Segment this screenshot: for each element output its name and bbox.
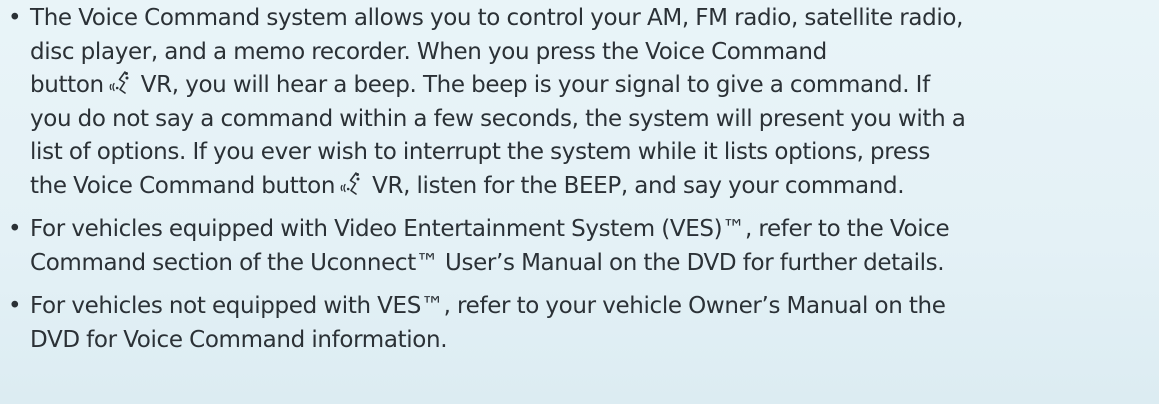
voice-command-icon	[109, 71, 129, 94]
voice-command-icon	[340, 171, 360, 195]
text-fragment: , listen for the BEEP, and say your comm…	[403, 172, 905, 199]
text-line: list of options. If you ever wish to int…	[30, 139, 930, 165]
instruction-list: • The Voice Command system allows you to…	[6, 2, 1151, 357]
bullet-marker: •	[8, 216, 22, 242]
bullet-marker: •	[8, 293, 22, 319]
text-fragment: , you will hear a beep. The beep is your…	[171, 72, 930, 98]
text-line: For vehicles not equipped with VES™, ref…	[30, 293, 946, 319]
bullet-ves-not-equipped: • For vehicles not equipped with VES™, r…	[6, 290, 1151, 357]
text-line: For vehicles equipped with Video Enterta…	[30, 216, 950, 242]
text-fragment: the Voice Command button	[30, 172, 336, 199]
text-line: DVD for Voice Command information.	[30, 326, 448, 353]
voice-command-button-glyph: VR	[108, 69, 172, 103]
bullet-ves-equipped: • For vehicles equipped with Video Enter…	[6, 213, 1151, 280]
bullet-voice-command-overview: • The Voice Command system allows you to…	[6, 2, 1151, 203]
text-line-with-button: the Voice Command button VR, listen for …	[30, 170, 1151, 204]
vr-label: VR	[372, 172, 404, 199]
text-line-with-button: button VR, you will hear a beep. The bee…	[30, 69, 1151, 103]
text-line: Command section of the Uconnect™ User’s …	[30, 249, 945, 276]
text-line: disc player, and a memo recorder. When y…	[30, 38, 827, 65]
text-line: The Voice Command system allows you to c…	[30, 5, 964, 31]
bullet-marker: •	[8, 5, 22, 31]
vr-label: VR	[140, 72, 172, 98]
text-line: you do not say a command within a few se…	[30, 105, 966, 132]
voice-command-button-glyph: VR	[339, 170, 403, 204]
manual-page: • The Voice Command system allows you to…	[0, 0, 1159, 404]
text-fragment: button	[30, 72, 104, 98]
